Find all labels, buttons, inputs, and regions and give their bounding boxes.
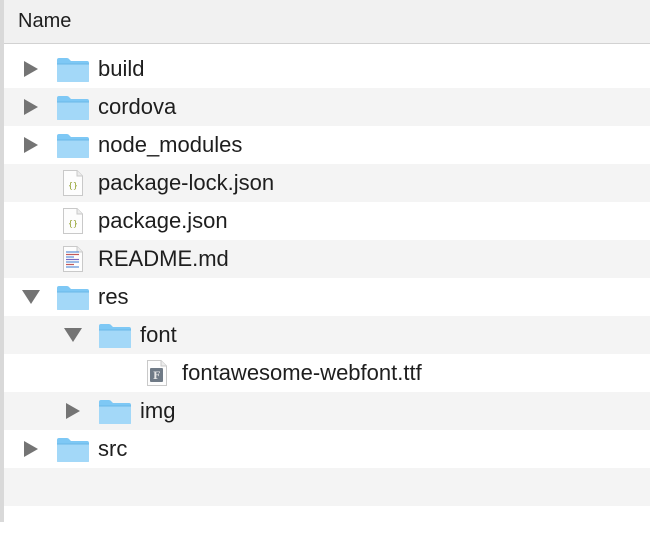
file-browser: Name build cordova node_modules {} package-l…	[0, 0, 650, 522]
file-row[interactable]: cordova	[4, 88, 650, 126]
triangle-right-icon	[24, 441, 38, 457]
folder-icon	[98, 316, 132, 354]
svg-text:{}: {}	[68, 181, 78, 190]
text-file-icon	[62, 240, 84, 278]
disclosure-collapsed-icon[interactable]	[62, 392, 84, 430]
empty-row	[4, 468, 650, 506]
file-row[interactable]: {} package-lock.json	[4, 164, 650, 202]
file-name: build	[98, 56, 145, 81]
file-row[interactable]: build	[4, 50, 650, 88]
file-row[interactable]: Ffontawesome-webfont.ttf	[4, 354, 650, 392]
triangle-right-icon	[66, 403, 80, 419]
disclosure-collapsed-icon[interactable]	[20, 126, 42, 164]
file-row[interactable]: node_modules	[4, 126, 650, 164]
disclosure-collapsed-icon[interactable]	[20, 88, 42, 126]
file-name: cordova	[98, 94, 177, 119]
folder-icon	[56, 430, 90, 468]
file-name: src	[98, 436, 128, 461]
triangle-right-icon	[24, 137, 38, 153]
svg-text:{}: {}	[68, 219, 78, 228]
triangle-right-icon	[24, 99, 38, 115]
file-name: font	[140, 322, 177, 347]
file-row[interactable]: res	[4, 278, 650, 316]
json-file-icon: {}	[62, 164, 84, 202]
folder-icon	[56, 88, 90, 126]
file-row[interactable]: README.md	[4, 240, 650, 278]
file-name: package-lock.json	[98, 170, 275, 195]
name-column-header[interactable]: Name	[4, 0, 650, 44]
disclosure-expanded-icon[interactable]	[62, 316, 84, 354]
folder-icon	[98, 392, 132, 430]
disclosure-expanded-icon[interactable]	[20, 278, 42, 316]
file-name: res	[98, 284, 129, 309]
triangle-down-icon	[22, 290, 40, 304]
disclosure-collapsed-icon[interactable]	[20, 430, 42, 468]
folder-icon	[56, 278, 90, 316]
file-name: README.md	[98, 246, 229, 271]
json-file-icon: {}	[62, 202, 84, 240]
disclosure-collapsed-icon[interactable]	[20, 50, 42, 88]
triangle-down-icon	[64, 328, 82, 342]
file-name: node_modules	[98, 132, 243, 157]
empty-row	[4, 506, 650, 544]
name-column-label: Name	[18, 10, 72, 32]
font-file-icon: F	[146, 354, 168, 392]
file-list: build cordova node_modules {} package-lock.j…	[4, 50, 650, 544]
svg-text:F: F	[153, 371, 160, 382]
file-name: package.json	[98, 208, 228, 233]
file-row[interactable]: font	[4, 316, 650, 354]
file-name: fontawesome-webfont.ttf	[182, 360, 422, 385]
file-row[interactable]: img	[4, 392, 650, 430]
file-row[interactable]: {} package.json	[4, 202, 650, 240]
triangle-right-icon	[24, 61, 38, 77]
file-row[interactable]: src	[4, 430, 650, 468]
folder-icon	[56, 50, 90, 88]
folder-icon	[56, 126, 90, 164]
file-name: img	[140, 398, 176, 423]
